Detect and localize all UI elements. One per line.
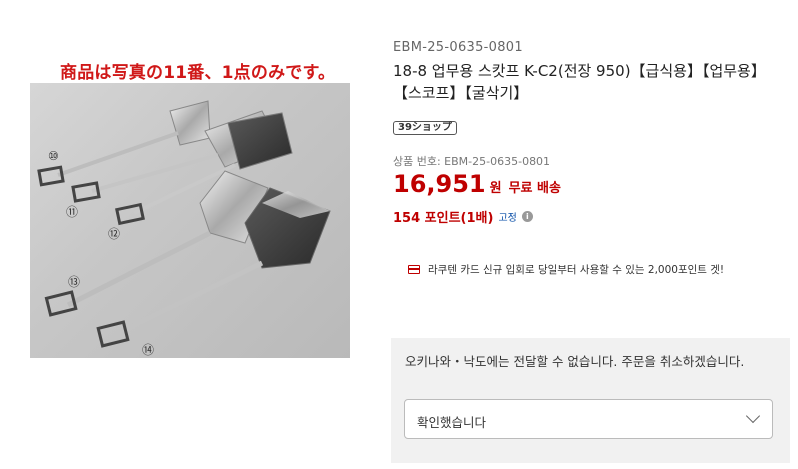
points-value: 154 포인트(1배): [393, 211, 494, 226]
scoop-illustration: [37, 100, 331, 348]
chevron-down-icon: [745, 408, 761, 424]
label-14: ⑭: [142, 343, 155, 357]
option-box: 오키나와・낙도에는 전달할 수 없습니다. 주문을 취소하겠습니다. 확인했습니…: [391, 338, 790, 463]
points-fixed-link[interactable]: 고정: [498, 209, 516, 224]
stock-notice: 商品は写真の11番、1点のみです。: [60, 63, 336, 83]
shop-badge[interactable]: 39ショップ: [393, 121, 457, 135]
label-13: ⑬: [68, 275, 81, 289]
confirm-select-value: 확인했습니다: [417, 415, 487, 430]
price-value: 16,951: [393, 170, 486, 198]
card-promo[interactable]: 라쿠텐 카드 신규 입회로 당일부터 사용할 수 있는 2,000포인트 겟!: [408, 262, 724, 277]
card-promo-text: 라쿠텐 카드 신규 입회로 당일부터 사용할 수 있는 2,000포인트 겟!: [428, 264, 725, 276]
confirm-select[interactable]: 확인했습니다: [404, 399, 773, 439]
label-11: ⑪: [66, 205, 79, 219]
price-row: 16,951 원 무료 배송: [393, 170, 561, 198]
points-row: 154 포인트(1배) 고정 i: [393, 207, 533, 226]
credit-card-icon: [408, 265, 420, 274]
product-info: EBM-25-0635-0801 18-8 업무용 스캇프 K-C2(전장 95…: [391, 0, 793, 469]
delivery-restriction-text: 오키나와・낙도에는 전달할 수 없습니다. 주문을 취소하겠습니다.: [405, 354, 745, 369]
label-12: ⑫: [108, 227, 121, 241]
product-image[interactable]: ⑩ ⑪ ⑫ ⑬ ⑭: [30, 83, 350, 358]
item-code: EBM-25-0635-0801: [393, 40, 523, 55]
label-10: ⑩: [48, 149, 59, 163]
product-number: 상품 번호: EBM-25-0635-0801: [393, 155, 551, 168]
product-title: 18-8 업무용 스캇프 K-C2(전장 950)【급식용】【업무용】【스코프】…: [393, 62, 766, 102]
info-icon[interactable]: i: [521, 211, 533, 222]
free-shipping-label: 무료 배송: [508, 181, 561, 196]
price-currency: 원: [489, 181, 502, 196]
product-gallery: 商品は写真の11番、1点のみです。 ⑩ ⑪ ⑫ ⑬ ⑭: [0, 0, 390, 469]
